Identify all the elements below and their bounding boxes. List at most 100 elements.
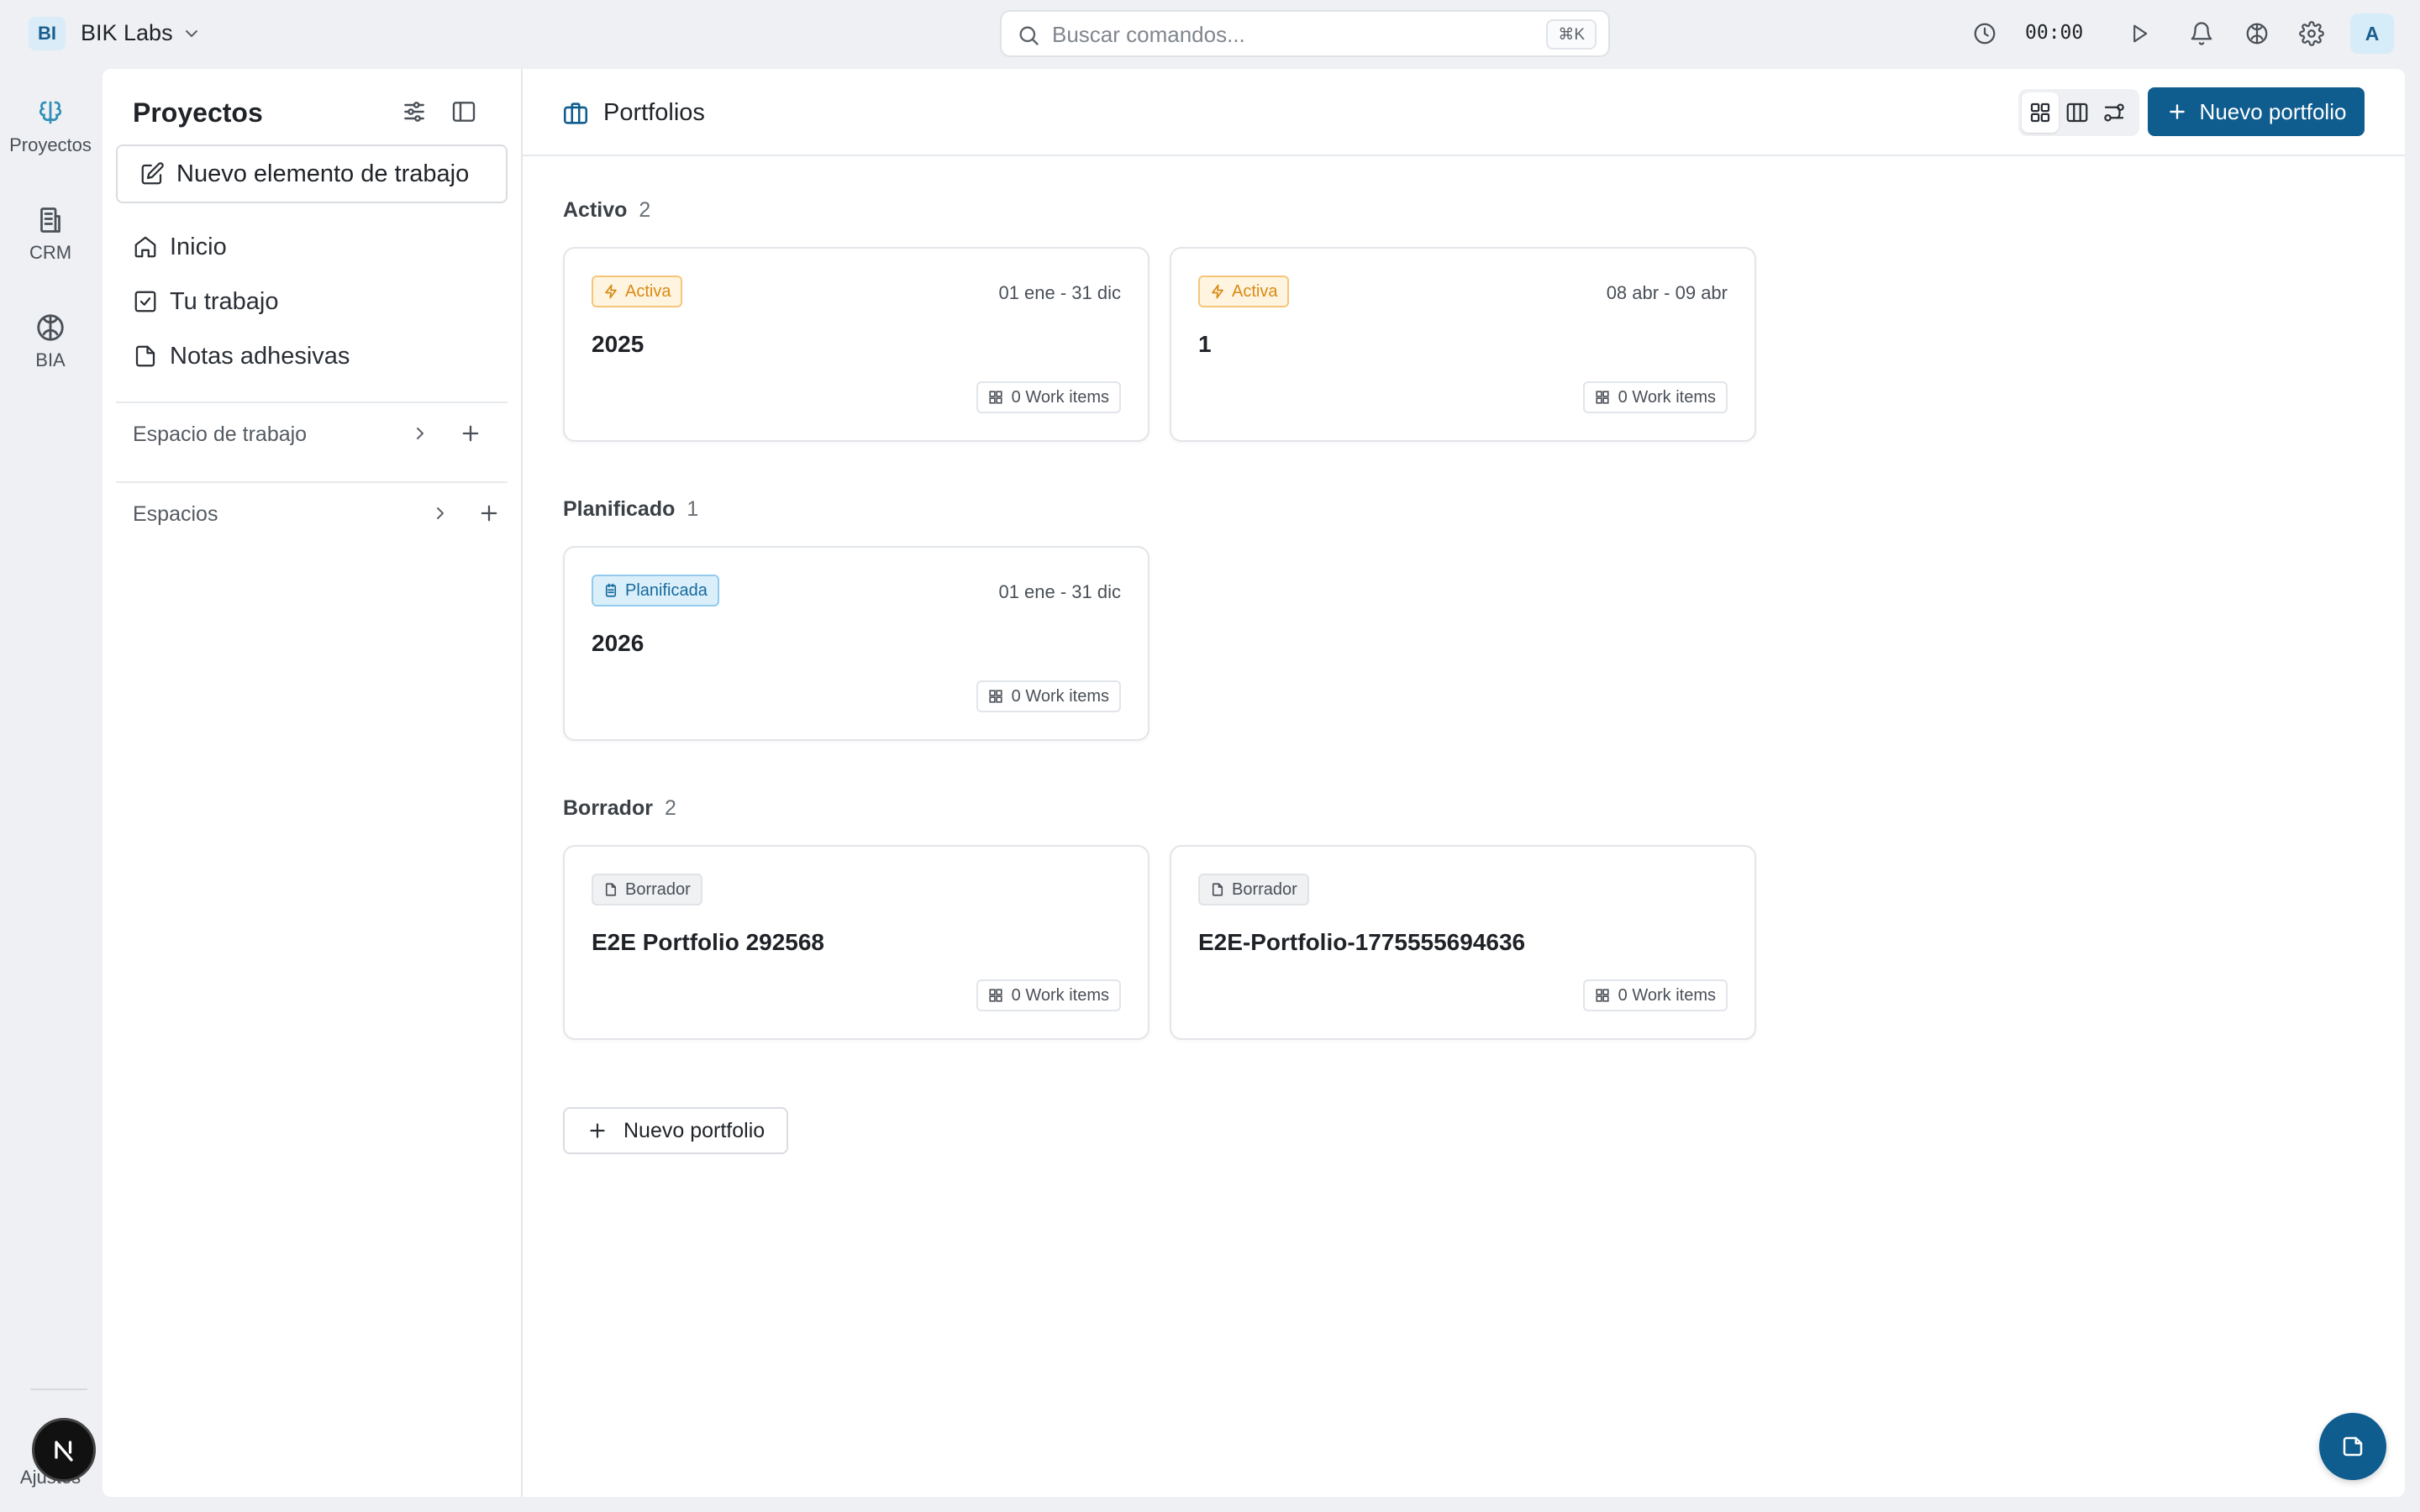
card-date-range: 08 abr - 09 abr (1606, 282, 1728, 303)
search-icon (1017, 24, 1040, 47)
workspace-name[interactable]: BIK Labs (81, 20, 173, 46)
rail-item-crm[interactable]: CRM (0, 202, 101, 264)
file-icon (1210, 882, 1225, 897)
grid-icon (988, 988, 1003, 1003)
portfolio-card[interactable]: Activa 01 ene - 31 dic 2025 0 Work items (563, 247, 1150, 442)
sidebar-divider (116, 402, 508, 403)
portfolio-card[interactable]: Borrador E2E-Portfolio-1775555694636 0 W… (1170, 845, 1756, 1040)
group-header-active: Activo 2 (563, 198, 650, 223)
brain-icon[interactable] (2242, 18, 2272, 49)
sidebar-item-label: Notas adhesivas (170, 342, 350, 370)
play-icon[interactable] (2124, 18, 2154, 49)
plus-icon[interactable] (477, 501, 501, 525)
bell-icon[interactable] (2186, 18, 2217, 49)
work-items-count: 0 Work items (976, 381, 1121, 413)
new-portfolio-button[interactable]: Nuevo portfolio (2148, 87, 2365, 136)
board-view-button[interactable] (2059, 92, 2096, 133)
new-work-item-button[interactable]: Nuevo elemento de trabajo (116, 144, 508, 203)
rail-item-bia[interactable]: BIA (0, 309, 101, 371)
workspace-badge[interactable]: BI (29, 17, 66, 50)
grid-view-button[interactable] (2022, 92, 2059, 133)
status-badge-label: Activa (625, 281, 671, 301)
sidebar-toggle-icon[interactable] (450, 98, 477, 125)
plus-icon (587, 1120, 608, 1142)
work-items-count: 0 Work items (1582, 979, 1728, 1011)
timer-display: 00:00 (2025, 22, 2084, 44)
status-badge: Activa (1198, 276, 1290, 307)
top-bar: BI BIK Labs ⌘K 00:00 A (0, 0, 2420, 67)
group-count: 2 (664, 796, 676, 820)
lightning-icon (603, 284, 618, 299)
status-badge: Borrador (1198, 874, 1309, 906)
status-badge-label: Borrador (1232, 879, 1297, 899)
rail-label: BIA (35, 349, 66, 370)
app-rail: Proyectos CRM BIA (0, 67, 101, 1512)
new-work-item-label: Nuevo elemento de trabajo (176, 160, 470, 187)
page-header: Portfolios Nuevo portfolio (523, 69, 2405, 156)
card-title: E2E-Portfolio-1775555694636 (1198, 929, 1526, 955)
rail-label: CRM (29, 242, 72, 263)
status-badge-label: Activa (1232, 281, 1278, 301)
user-avatar[interactable]: A (2350, 13, 2394, 54)
card-date-range: 01 ene - 31 dic (998, 282, 1121, 303)
sidebar-section-workspace[interactable]: Espacio de trabajo (133, 423, 307, 447)
clock-icon[interactable] (1970, 18, 2000, 49)
rail-divider (30, 1389, 87, 1390)
add-portfolio-label: Nuevo portfolio (623, 1118, 765, 1142)
sidebar-section-spaces[interactable]: Espacios (133, 502, 218, 527)
gear-icon[interactable] (2296, 18, 2327, 49)
sidebar-title: Proyectos (133, 97, 263, 128)
work-items-count: 0 Work items (1582, 381, 1728, 413)
card-title: E2E Portfolio 292568 (592, 929, 825, 955)
sidebar-item-home[interactable]: Inicio (133, 226, 502, 268)
status-badge: Planificada (592, 575, 719, 606)
chevron-down-icon[interactable] (182, 24, 202, 44)
search-input[interactable] (1052, 20, 1523, 49)
dev-badge[interactable] (32, 1418, 96, 1482)
note-icon (2340, 1434, 2365, 1459)
chevron-right-icon[interactable] (430, 503, 450, 523)
sidebar-divider (116, 481, 508, 483)
portfolio-card[interactable]: Activa 08 abr - 09 abr 1 0 Work items (1170, 247, 1756, 442)
card-title: 2025 (592, 331, 644, 357)
grid-icon (1595, 390, 1610, 405)
shortcut-hint: ⌘K (1546, 19, 1597, 50)
work-items-count: 0 Work items (976, 979, 1121, 1011)
portfolio-card[interactable]: Borrador E2E Portfolio 292568 0 Work ite… (563, 845, 1150, 1040)
sidebar-item-label: Tu trabajo (170, 287, 279, 315)
sticky-note-fab[interactable] (2319, 1413, 2386, 1480)
plus-icon (2166, 101, 2188, 123)
command-search[interactable]: ⌘K (1000, 10, 1610, 57)
work-items-label: 0 Work items (1618, 387, 1716, 407)
group-count: 1 (687, 497, 699, 521)
projects-sidebar: Proyectos Nuevo elemento de trabajo Inic… (103, 69, 523, 1497)
grid-icon (988, 689, 1003, 704)
brain-icon (32, 309, 69, 346)
filter-icon[interactable] (401, 98, 428, 125)
edit-icon (139, 161, 165, 186)
work-items-label: 0 Work items (1011, 985, 1109, 1005)
card-title: 1 (1198, 331, 1212, 357)
sidebar-item-label: Inicio (170, 233, 227, 260)
check-square-icon (133, 289, 160, 314)
sidebar-item-sticky-notes[interactable]: Notas adhesivas (133, 335, 502, 377)
add-portfolio-button[interactable]: Nuevo portfolio (563, 1107, 789, 1154)
timeline-view-button[interactable] (2096, 92, 2133, 133)
card-title: 2026 (592, 630, 644, 656)
card-date-range: 01 ene - 31 dic (998, 581, 1121, 602)
plus-icon[interactable] (459, 422, 482, 445)
sidebar-item-your-work[interactable]: Tu trabajo (133, 281, 502, 323)
new-portfolio-label: Nuevo portfolio (2199, 98, 2347, 124)
status-badge: Borrador (592, 874, 702, 906)
grid-icon (1595, 988, 1610, 1003)
rail-label: Proyectos (9, 134, 92, 155)
work-items-label: 0 Work items (1011, 387, 1109, 407)
group-label: Borrador (563, 796, 653, 820)
chevron-right-icon[interactable] (410, 423, 430, 444)
work-items-label: 0 Work items (1011, 686, 1109, 706)
crm-icon (32, 202, 69, 239)
portfolio-card[interactable]: Planificada 01 ene - 31 dic 2026 0 Work … (563, 546, 1150, 741)
rail-item-projects[interactable]: Proyectos (0, 94, 101, 156)
briefcase-icon (561, 99, 590, 128)
status-badge: Activa (592, 276, 683, 307)
